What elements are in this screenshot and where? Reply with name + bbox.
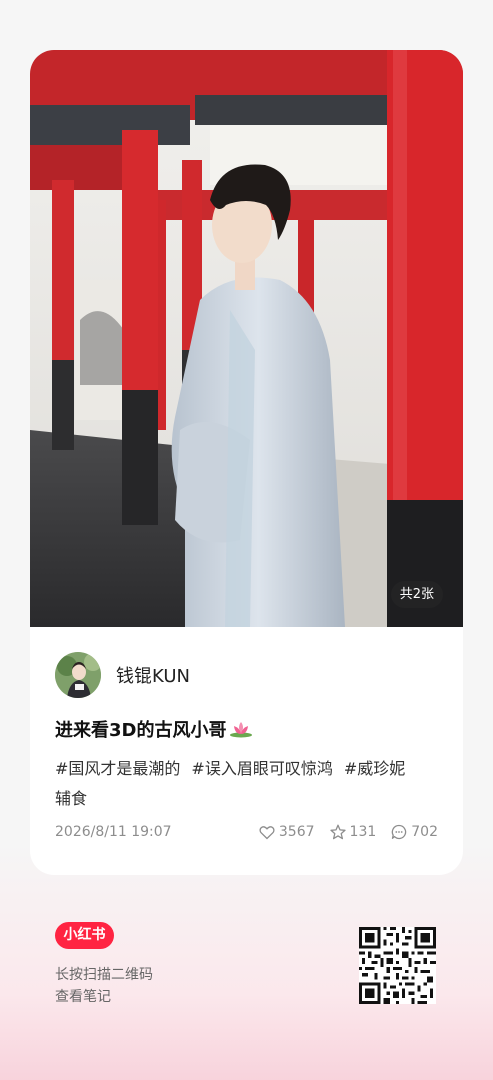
tag-link[interactable]: #威珍妮: [344, 759, 405, 778]
qr-code[interactable]: [359, 927, 436, 1004]
avatar[interactable]: [55, 652, 101, 698]
brand-logo: 小红书: [55, 922, 114, 949]
avatar-image: [55, 652, 101, 698]
page-count-badge: 共2张: [390, 581, 443, 608]
tag-list: #国风才是最潮的 #误入眉眼可叹惊鸿 #威珍妮辅食: [55, 754, 445, 814]
tag-link[interactable]: #误入眉眼可叹惊鸿: [191, 759, 332, 778]
note-title: 进来看3D的古风小哥: [55, 716, 253, 742]
author-row[interactable]: 钱锟KUN: [55, 652, 190, 698]
heart-icon: [259, 825, 275, 839]
like-stat[interactable]: 3567: [259, 824, 315, 840]
scan-hint-line1: 长按扫描二维码: [55, 967, 153, 983]
note-card[interactable]: 共2张 钱锟KUN 进来看3D的古风小哥 #国风才是最潮的 #误入眉眼可叹惊鸿 …: [30, 50, 463, 875]
photo-image: [30, 50, 463, 627]
collect-count: 131: [349, 824, 377, 840]
comment-stat[interactable]: 702: [391, 824, 438, 840]
post-date: 2026/8/11 19:07: [55, 824, 172, 840]
scan-hint-line2: 查看笔记: [55, 989, 111, 1005]
scan-hint: 长按扫描二维码 查看笔记: [55, 964, 153, 1008]
note-title-text: 进来看3D的古风小哥: [55, 720, 227, 741]
tag-text-tail: 辅食: [55, 789, 88, 808]
author-name[interactable]: 钱锟KUN: [116, 662, 190, 688]
note-meta: 2026/8/11 19:07 3567 131 702: [55, 824, 438, 840]
comment-count: 702: [411, 824, 438, 840]
star-icon: [329, 824, 346, 840]
like-count: 3567: [278, 824, 315, 840]
tag-link[interactable]: #国风才是最潮的: [55, 759, 180, 778]
collect-stat[interactable]: 131: [329, 824, 377, 840]
note-photo[interactable]: 共2张: [30, 50, 463, 627]
stats-row: 3567 131 702: [244, 824, 438, 840]
lotus-icon: [229, 720, 253, 738]
qr-code-image: [359, 927, 436, 1004]
comment-icon: [391, 824, 407, 840]
